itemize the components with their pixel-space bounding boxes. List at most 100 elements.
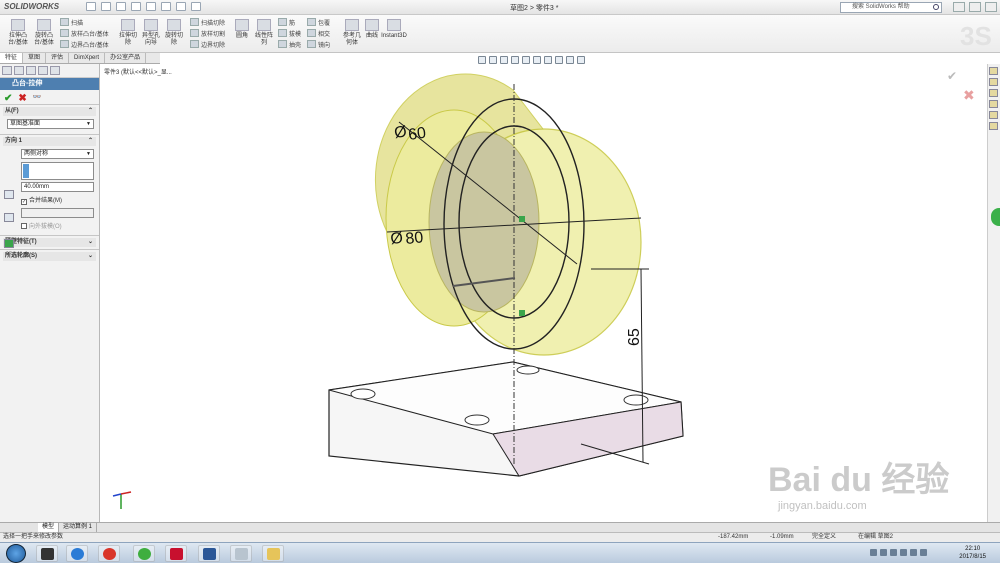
instant3d-button[interactable]: Instant3D: [378, 19, 410, 40]
search-input[interactable]: 搜索 SolidWorks 帮助: [840, 2, 942, 13]
taskbar-word-icon[interactable]: [198, 545, 220, 562]
tab-dimxpert[interactable]: DimXpert: [69, 53, 106, 63]
diameter-60-label[interactable]: 60: [407, 125, 427, 144]
close-icon[interactable]: [985, 2, 997, 12]
dimxpert-manager-icon[interactable]: [38, 66, 48, 75]
feature-tree-icon[interactable]: [2, 66, 12, 75]
taskbar-app-icon[interactable]: [66, 545, 88, 562]
property-manager-icon[interactable]: [14, 66, 24, 75]
options-icon[interactable]: [191, 2, 201, 11]
shell-button[interactable]: 抽壳: [278, 40, 301, 49]
search-icon[interactable]: [933, 4, 939, 10]
print-icon[interactable]: [131, 2, 141, 11]
merge-result-checkbox[interactable]: ✓ 合并结果(M): [21, 195, 94, 205]
system-clock[interactable]: 22:10 2017/8/15: [959, 545, 986, 561]
sweep-button[interactable]: 扫描: [60, 18, 83, 27]
taskbar-app-icon[interactable]: [133, 545, 155, 562]
draft-angle-input[interactable]: [21, 208, 94, 218]
wrap-button[interactable]: 包覆: [307, 18, 330, 27]
revolve-boss-button[interactable]: 旋转凸 台/基体: [28, 19, 60, 47]
network-icon[interactable]: [920, 549, 927, 556]
revolve-cut-button[interactable]: 旋转切 除: [158, 19, 190, 47]
edit-appearance-icon[interactable]: [555, 56, 563, 64]
start-button[interactable]: [6, 544, 26, 563]
select-icon[interactable]: [161, 2, 171, 11]
custom-properties-icon[interactable]: [989, 122, 998, 130]
section-view-icon[interactable]: [511, 56, 519, 64]
thin-feature-header[interactable]: 薄壁特征(T) ⌄: [3, 238, 96, 247]
rebuild-icon[interactable]: [176, 2, 186, 11]
tab-model[interactable]: 模型: [38, 523, 60, 532]
tab-motion-study[interactable]: 运动算例 1: [59, 523, 98, 532]
linear-pattern-button[interactable]: 线性阵 列: [248, 19, 280, 47]
view-palette-icon[interactable]: [989, 100, 998, 108]
direction-vector-field[interactable]: [21, 162, 94, 180]
side-green-tab-icon[interactable]: [991, 208, 1000, 226]
zoom-area-icon[interactable]: [489, 56, 497, 64]
appearances-icon[interactable]: [989, 111, 998, 119]
taskbar-app-icon[interactable]: [230, 545, 252, 562]
solidworks-logo[interactable]: SOLIDWORKS: [4, 2, 59, 11]
hide-show-icon[interactable]: [544, 56, 552, 64]
from-select[interactable]: 草图基准面 ▼: [7, 119, 94, 129]
reverse-direction-icon[interactable]: [4, 190, 14, 199]
mirror-button[interactable]: 镜向: [307, 40, 330, 49]
display-manager-icon[interactable]: [50, 66, 60, 75]
view-settings-icon[interactable]: [577, 56, 585, 64]
loft-button[interactable]: 放样凸台/基体: [60, 29, 109, 38]
tab-sketch[interactable]: 草图: [23, 53, 47, 63]
boundary-cut-button[interactable]: 边界切除: [190, 40, 225, 49]
preview-icon[interactable]: 👓: [33, 93, 42, 101]
config-manager-icon[interactable]: [26, 66, 36, 75]
tray-icon[interactable]: [880, 549, 887, 556]
tray-icon[interactable]: [890, 549, 897, 556]
taskbar-app-icon[interactable]: [98, 545, 120, 562]
volume-icon[interactable]: [910, 549, 917, 556]
resources-icon[interactable]: [989, 67, 998, 75]
save-icon[interactable]: [116, 2, 126, 11]
sketch-point-marker[interactable]: [519, 310, 525, 316]
end-condition-select[interactable]: 两侧对称 ▼: [21, 149, 94, 159]
loft-cut-button[interactable]: 放样切割: [190, 29, 225, 38]
new-icon[interactable]: [86, 2, 96, 11]
tab-evaluate[interactable]: 评估: [46, 53, 70, 63]
design-library-icon[interactable]: [989, 78, 998, 86]
draft-outward-checkbox[interactable]: 向外拔模(O): [21, 221, 94, 230]
draft-icon[interactable]: [4, 239, 14, 248]
file-explorer-icon[interactable]: [989, 89, 998, 97]
help-icon[interactable]: [953, 2, 965, 12]
taskbar-explorer-icon[interactable]: [262, 545, 284, 562]
apply-scene-icon[interactable]: [566, 56, 574, 64]
depth-input[interactable]: 40.00mm: [21, 182, 94, 192]
rib-button[interactable]: 筋: [278, 18, 295, 27]
ok-button[interactable]: ✔: [4, 93, 12, 104]
sketch-origin-marker[interactable]: [519, 216, 525, 222]
confirm-cancel-icon[interactable]: ✖: [963, 88, 975, 104]
from-header[interactable]: 从(F) ⌃: [3, 107, 96, 116]
zoom-to-fit-icon[interactable]: [478, 56, 486, 64]
intersect-button[interactable]: 相交: [307, 29, 330, 38]
diameter-80-label[interactable]: 80: [405, 229, 425, 248]
tray-icon[interactable]: [900, 549, 907, 556]
sweep-cut-button[interactable]: 扫描切除: [190, 18, 225, 27]
undo-icon[interactable]: [146, 2, 156, 11]
draft-button[interactable]: 拔模: [278, 29, 301, 38]
previous-view-icon[interactable]: [500, 56, 508, 64]
tab-office-products[interactable]: 办公室产品: [105, 53, 147, 63]
view-orientation-icon[interactable]: [522, 56, 530, 64]
minimize-icon[interactable]: [969, 2, 981, 12]
taskbar-solidworks-icon[interactable]: [165, 545, 187, 562]
confirm-ok-icon[interactable]: ✔: [947, 69, 957, 83]
linear-pattern-label: 线性阵 列: [254, 33, 273, 46]
direction1-header[interactable]: 方向 1 ⌃: [3, 137, 96, 146]
cancel-button[interactable]: ✖: [18, 93, 26, 104]
display-style-icon[interactable]: [533, 56, 541, 64]
tray-icon[interactable]: [870, 549, 877, 556]
tab-features[interactable]: 特征: [0, 53, 24, 63]
selected-contours-header[interactable]: 所选轮廓(S) ⌄: [3, 252, 96, 261]
height-65-label[interactable]: 65: [626, 328, 643, 346]
taskbar-app-icon[interactable]: [36, 545, 58, 562]
feature-tree-flyout[interactable]: 零件3 (默认<<默认>_显...: [104, 67, 172, 76]
open-icon[interactable]: [101, 2, 111, 11]
boundary-boss-button[interactable]: 边界凸台/基体: [60, 40, 109, 49]
